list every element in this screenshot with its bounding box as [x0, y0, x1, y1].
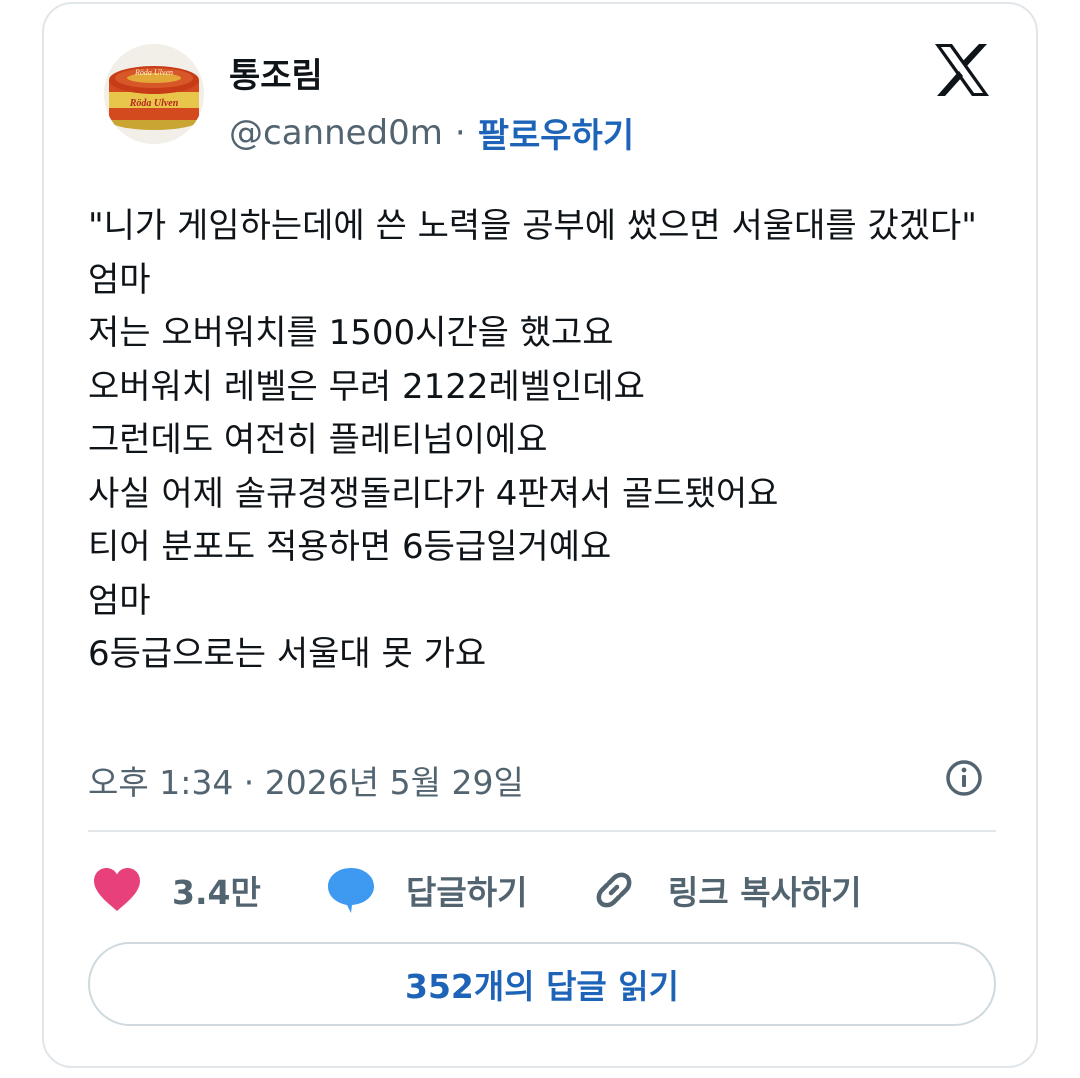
avatar[interactable]: Röda Ulven Röda Ulven — [104, 44, 204, 144]
copy-link-label: 링크 복사하기 — [668, 873, 862, 912]
tweet-timestamp[interactable]: 오후 1:34 · 2026년 5월 29일 — [88, 756, 524, 804]
canned-fish-tin-image: Röda Ulven Röda Ulven — [104, 44, 204, 144]
reply-button[interactable]: 답글하기 — [326, 860, 527, 920]
link-icon — [596, 872, 632, 908]
divider — [88, 830, 996, 832]
author-handle-row: @canned0m · 팔로우하기 — [229, 108, 634, 157]
action-bar: 3.4만 답글하기 링크 복사하기 — [88, 860, 996, 920]
author-display-name[interactable]: 통조림 — [229, 48, 323, 97]
reply-label: 답글하기 — [406, 873, 528, 912]
like-count: 3.4만 — [172, 873, 261, 912]
avatar-label-bottom: Röda Ulven — [129, 98, 179, 109]
copy-link-button[interactable]: 링크 복사하기 — [590, 860, 862, 920]
separator-dot: · — [454, 112, 466, 153]
avatar-label-top: Röda Ulven — [134, 68, 173, 77]
tweet-card: Röda Ulven Röda Ulven 통조림 @canned0m · 팔로… — [42, 2, 1038, 1068]
like-button[interactable]: 3.4만 — [92, 860, 261, 920]
author-handle[interactable]: @canned0m — [229, 113, 443, 153]
heart-icon — [94, 868, 140, 911]
speech-bubble-icon — [328, 868, 374, 913]
tweet-text: "니가 게임하는데에 쓴 노력을 공부에 썼으면 서울대를 갔겠다" 엄마 저는… — [88, 206, 977, 674]
info-icon[interactable] — [944, 758, 984, 798]
read-replies-button[interactable]: 352개의 답글 읽기 — [88, 942, 996, 1026]
follow-button[interactable]: 팔로우하기 — [478, 108, 634, 157]
x-logo-icon[interactable] — [932, 40, 992, 100]
